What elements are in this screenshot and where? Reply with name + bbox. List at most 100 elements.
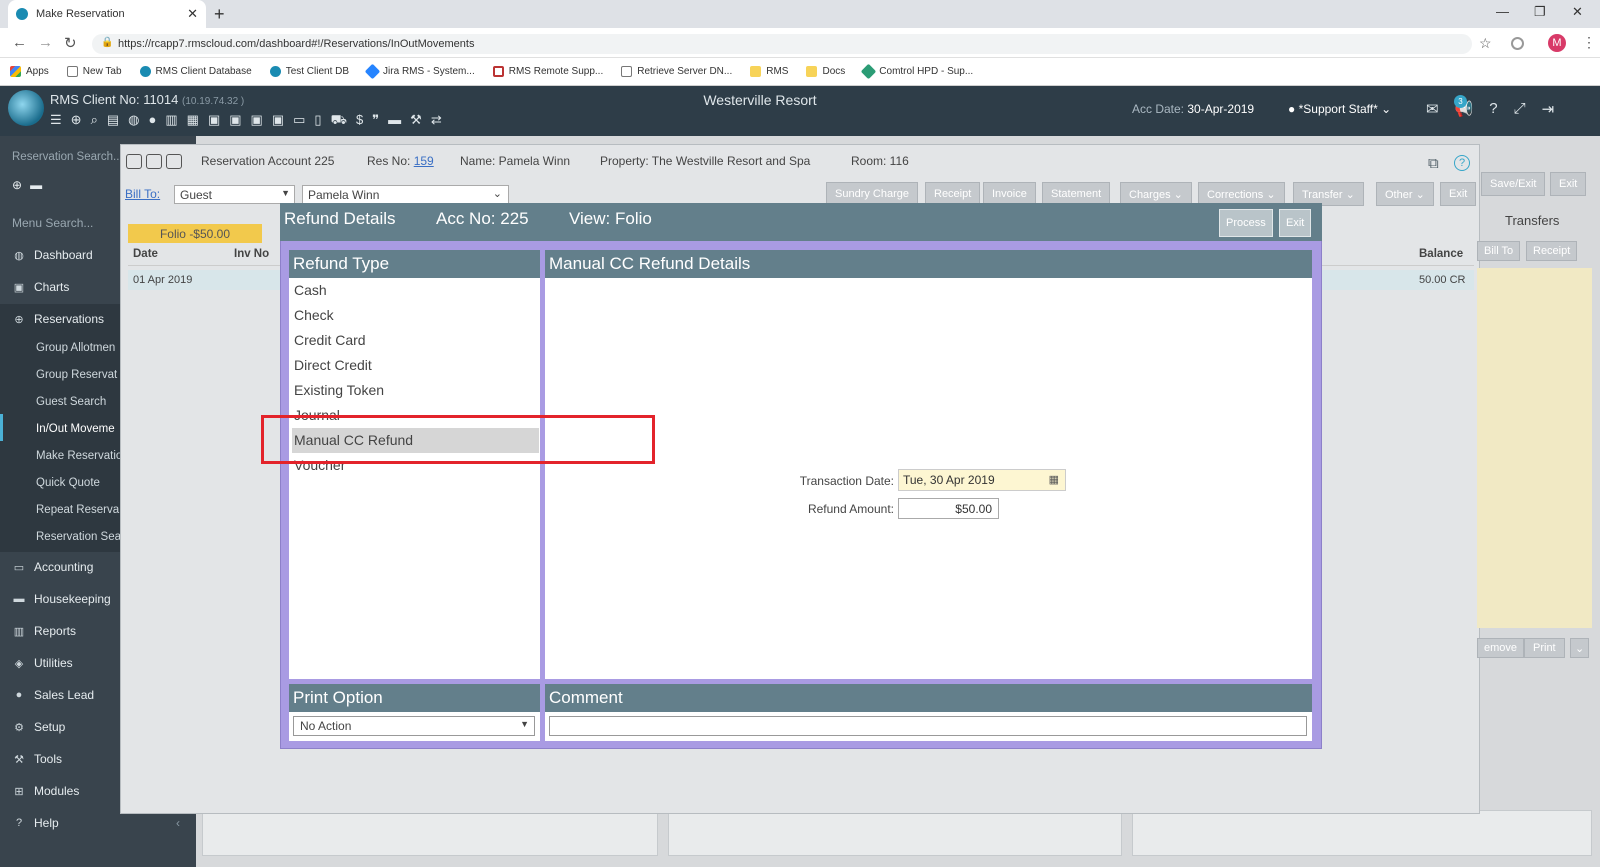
bookmark-item[interactable]: Docs	[806, 66, 845, 77]
print-dropdown-icon[interactable]: ⌄	[1570, 638, 1590, 658]
print-option-header: Print Option	[289, 684, 540, 712]
comment-header: Comment	[545, 684, 1312, 712]
logout-icon[interactable]: ⇥	[1542, 100, 1555, 118]
page-icon	[66, 66, 78, 77]
refund-type-direct-credit[interactable]: Direct Credit	[292, 353, 539, 378]
bookmark-item[interactable]: Apps	[10, 66, 49, 77]
bookmark-item[interactable]: RMS Client Database	[139, 66, 252, 77]
card-icon[interactable]: ▤	[107, 112, 119, 130]
menu-icon[interactable]: ☰	[50, 112, 62, 130]
extension-icon[interactable]	[1511, 37, 1524, 50]
profile-avatar[interactable]: M	[1548, 34, 1566, 52]
save-exit-button[interactable]: Save/Exit	[1481, 172, 1546, 196]
refund-type-cash[interactable]: Cash	[292, 278, 539, 303]
remove-button[interactable]: emove	[1477, 638, 1525, 658]
other-button[interactable]: Other ⌄	[1376, 182, 1434, 206]
exchange-icon[interactable]: ⇄	[431, 112, 442, 130]
dashboard-icon[interactable]: ◍	[128, 112, 139, 130]
bed-icon[interactable]: ▬	[388, 112, 401, 130]
help-icon[interactable]: ?	[1454, 155, 1470, 171]
cart-icon[interactable]: ⛟	[331, 112, 347, 130]
bookmark-star-icon[interactable]: ☆	[1479, 35, 1492, 52]
bookmark-item[interactable]: Retrieve Server DN...	[621, 66, 732, 77]
modal-exit-button[interactable]: Exit	[1279, 209, 1312, 237]
res-no: Res No: 159	[367, 154, 434, 168]
transaction-date-field[interactable]: Tue, 30 Apr 2019 ▦	[898, 469, 1066, 491]
bookmark-item[interactable]: Comtrol HPD - Sup...	[861, 63, 973, 80]
bookmark-item[interactable]: Jira RMS - System...	[364, 63, 475, 80]
gears-icon: ⚙	[14, 721, 24, 734]
expand-icon[interactable]: ⤢	[1514, 100, 1526, 118]
dropdown-arrow-icon: ▼	[281, 188, 290, 198]
res-no-link[interactable]: 159	[414, 154, 434, 168]
browser-tab[interactable]: Make Reservation ✕	[8, 0, 206, 28]
exit-top-button[interactable]: Exit	[1550, 172, 1587, 196]
close-tab-icon[interactable]: ✕	[187, 6, 198, 22]
refund-type-existing-token[interactable]: Existing Token	[292, 378, 539, 403]
forward-icon[interactable]: →	[38, 34, 53, 51]
refund-amount-field[interactable]: $50.00	[898, 498, 999, 519]
print-button[interactable]: Print	[1524, 638, 1565, 658]
calendar-icon[interactable]: ▣	[208, 112, 220, 130]
map-icon[interactable]: ▥	[165, 112, 177, 130]
bill-to-select[interactable]: Guest ▼	[174, 185, 295, 204]
restore-window-icon[interactable]	[146, 154, 162, 169]
reservation-account: Reservation Account 225	[201, 154, 335, 168]
money-icon[interactable]: ▭	[293, 112, 305, 130]
bed-icon[interactable]: ▬	[30, 178, 42, 192]
user-icon[interactable]: ●	[148, 112, 156, 130]
document-icon[interactable]: ▯	[314, 112, 321, 130]
book-icon[interactable]: ▦	[187, 112, 199, 130]
close-window-icon[interactable]: ✕	[1572, 4, 1583, 20]
search-icon[interactable]: ⌕	[91, 112, 98, 130]
browser-tabstrip	[0, 0, 1600, 28]
add-icon[interactable]: ⊕	[12, 178, 22, 192]
folio-tab[interactable]: Folio -$50.00	[128, 224, 262, 243]
calendar-check-icon[interactable]: ▣	[272, 112, 284, 130]
reload-icon[interactable]: ↻	[64, 34, 77, 52]
new-tab-icon[interactable]: +	[214, 4, 225, 25]
popout-icon[interactable]: ⧉	[1428, 155, 1439, 172]
url-field[interactable]: 🔒 https://rcapp7.rmscloud.com/dashboard#…	[92, 34, 1472, 54]
calendar-icon[interactable]: ▦	[1049, 473, 1059, 486]
calendar-icon[interactable]: ▣	[229, 112, 241, 130]
restore-icon[interactable]: ❐	[1534, 4, 1546, 20]
back-icon[interactable]: ←	[12, 34, 27, 51]
quote-icon[interactable]: ❞	[372, 112, 379, 130]
calendar-icon[interactable]: ▣	[251, 112, 263, 130]
receipt-right-button[interactable]: Receipt	[1526, 241, 1578, 261]
rms-icon	[139, 66, 151, 77]
exit-button[interactable]: Exit	[1440, 182, 1477, 206]
column-date: Date	[133, 248, 158, 260]
rms-icon	[269, 66, 281, 77]
guest-select[interactable]: Pamela Winn ⌄	[302, 185, 509, 204]
refund-type-credit-card[interactable]: Credit Card	[292, 328, 539, 353]
bookmark-item[interactable]: Test Client DB	[269, 66, 349, 77]
bill-to-label[interactable]: Bill To:	[125, 187, 160, 201]
row-balance: 50.00 CR	[1419, 274, 1466, 286]
maximize-window-icon[interactable]	[166, 154, 182, 169]
print-option-select[interactable]: No Action ▼	[293, 716, 535, 736]
bill-to-button[interactable]: Bill To	[1477, 241, 1521, 261]
bookmark-item[interactable]: RMS Remote Supp...	[492, 66, 603, 77]
bookmark-item[interactable]: New Tab	[66, 66, 122, 77]
mail-icon[interactable]: ✉	[1426, 100, 1439, 118]
staff-menu[interactable]: ● *Support Staff* ⌄	[1288, 102, 1391, 116]
collapse-sidebar-icon[interactable]: ‹	[176, 816, 180, 830]
browser-menu-icon[interactable]: ⋮	[1582, 34, 1596, 51]
minimize-icon[interactable]: —	[1496, 4, 1509, 19]
right-pane-fill	[1477, 268, 1592, 628]
process-button[interactable]: Process	[1219, 209, 1273, 237]
add-icon[interactable]: ⊕	[71, 112, 82, 130]
help-icon[interactable]: ?	[1489, 100, 1497, 118]
minimize-window-icon[interactable]	[126, 154, 142, 169]
bookmark-item[interactable]: RMS	[750, 66, 788, 77]
dropdown-arrow-icon: ▼	[520, 719, 529, 729]
modal-acc-no: Acc No: 225	[436, 209, 529, 228]
transfers-tab[interactable]: Transfers	[1505, 213, 1559, 228]
refund-amount-label: Refund Amount:	[807, 502, 894, 516]
comment-input[interactable]	[549, 716, 1307, 736]
wrench-icon[interactable]: ⚒	[410, 112, 422, 130]
dollar-icon[interactable]: $	[356, 112, 363, 130]
refund-type-check[interactable]: Check	[292, 303, 539, 328]
